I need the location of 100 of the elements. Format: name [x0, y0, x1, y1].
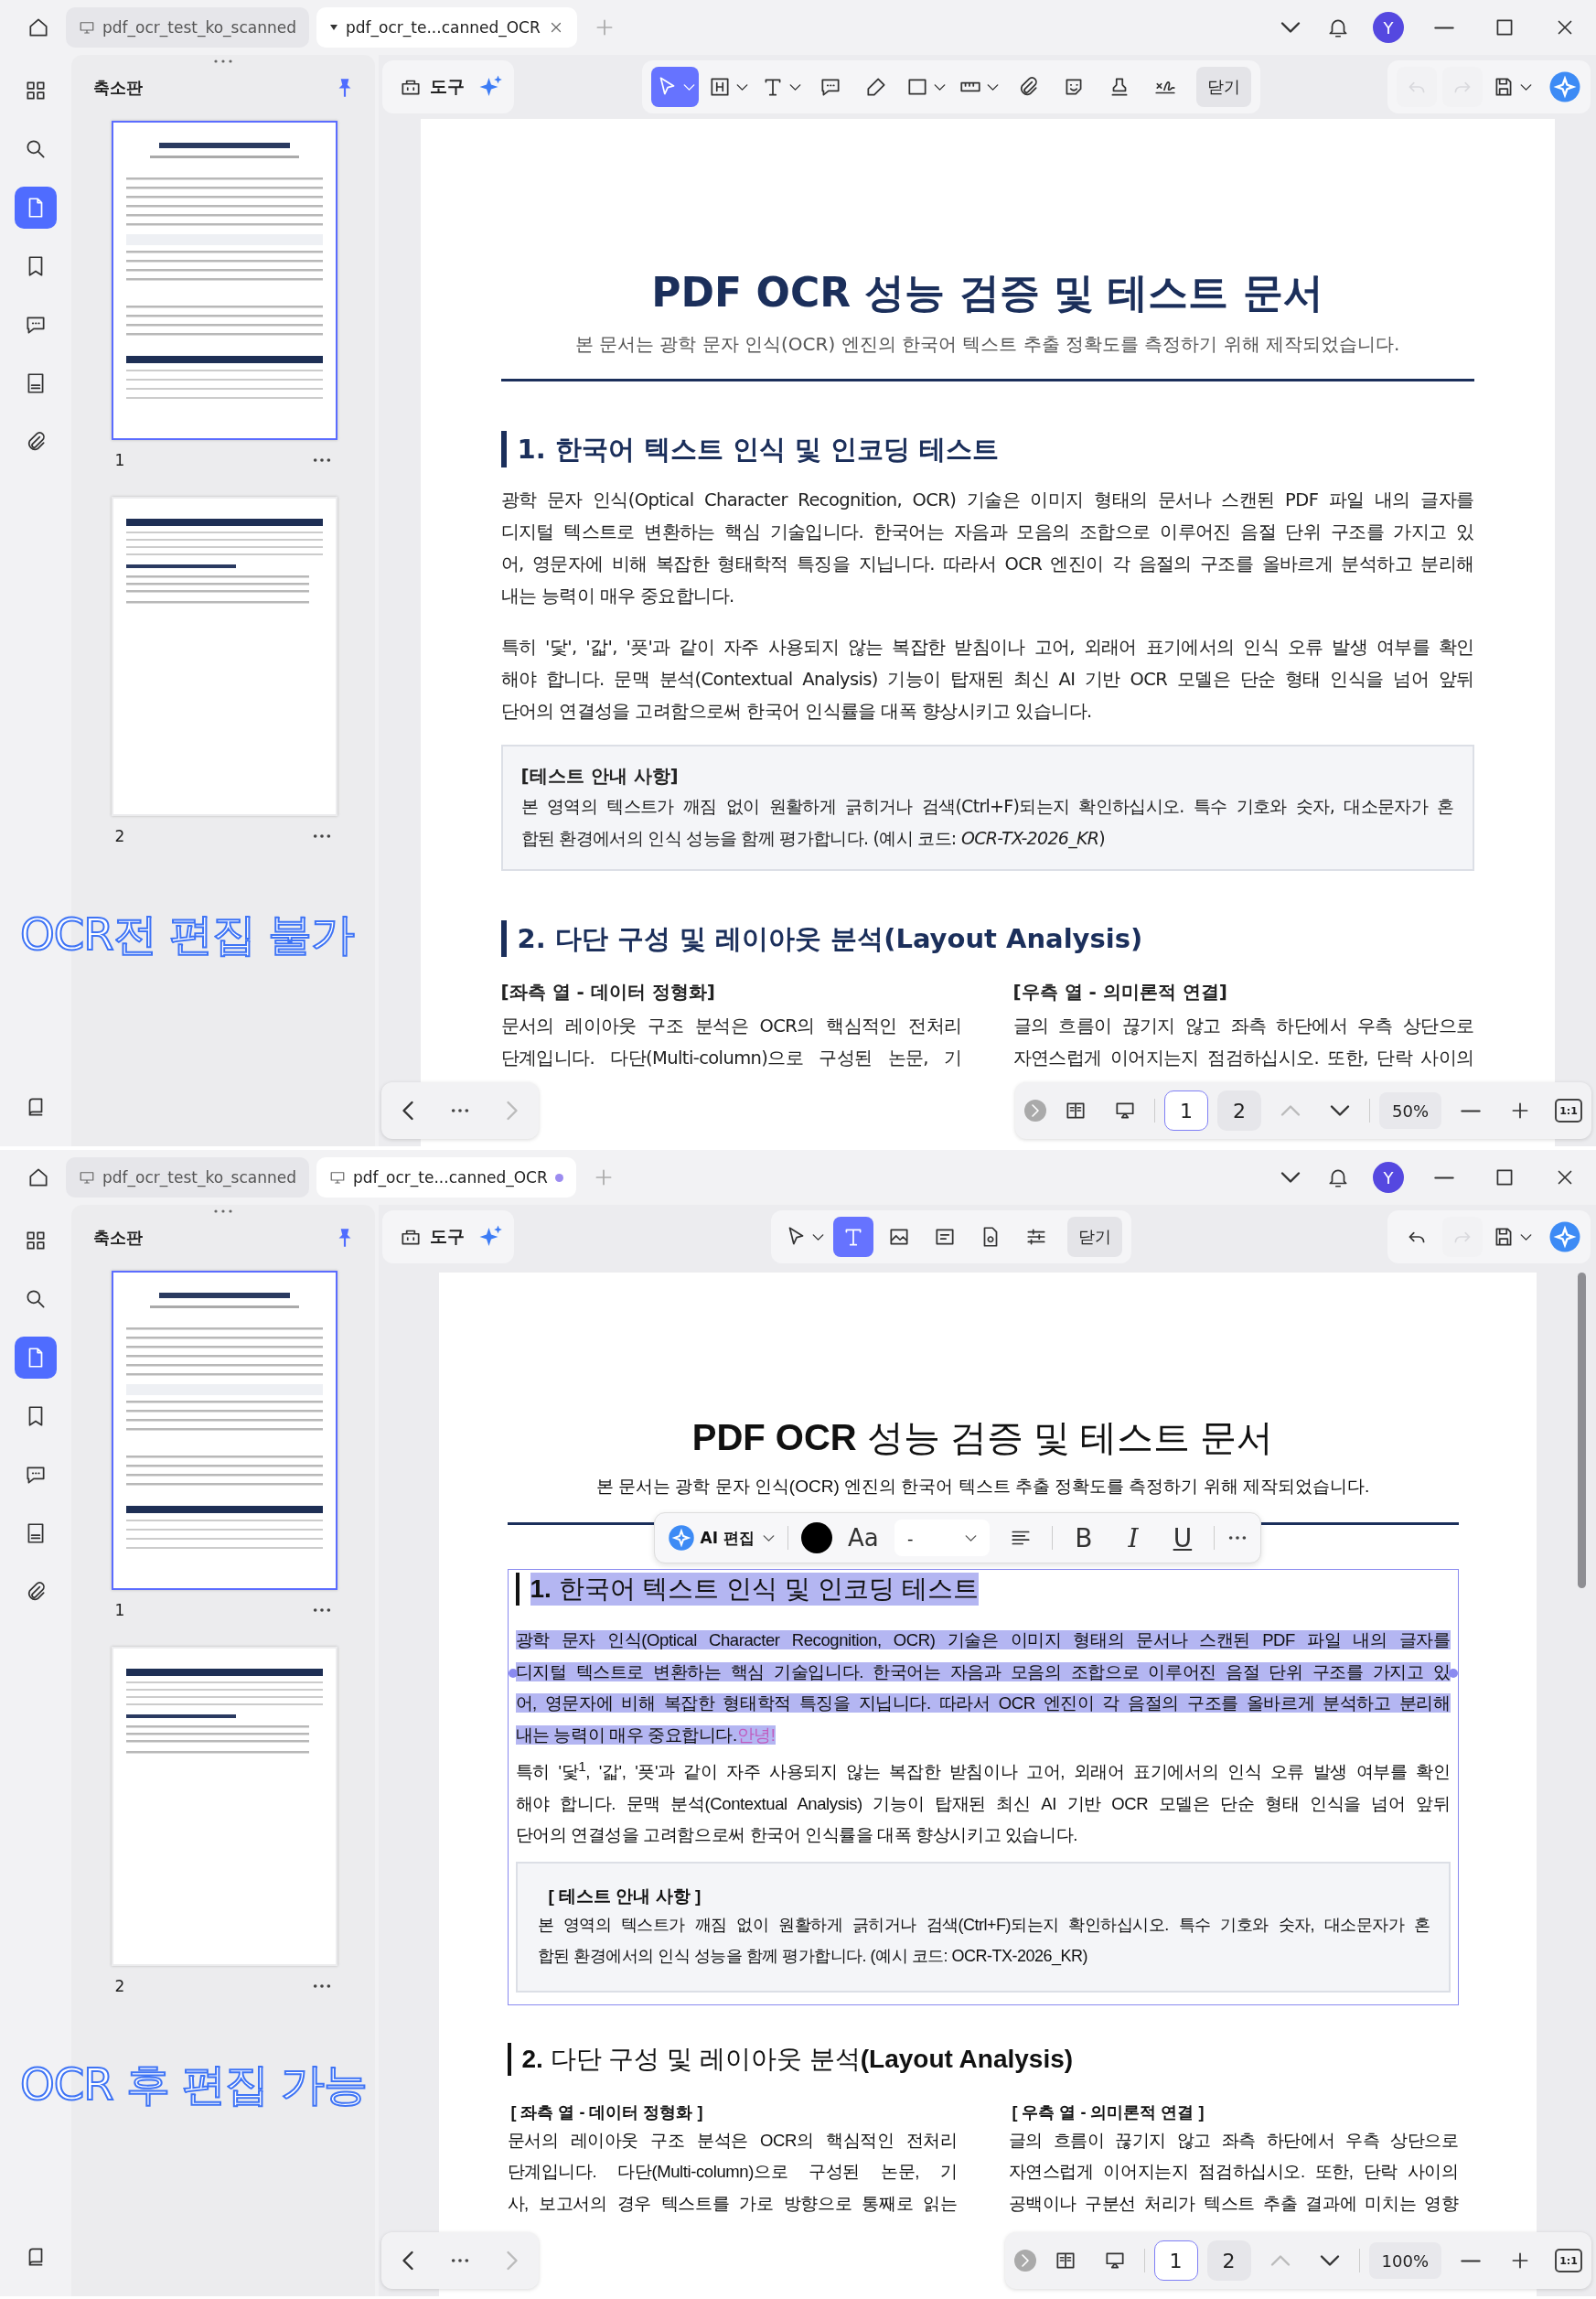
- page-button[interactable]: 1: [1164, 1090, 1208, 1131]
- note-line: 합된 환경에서의 인식 성능을 함께 평가합니다. (예시 코드: OCR-TX-2026_KR): [537, 1947, 1088, 1966]
- document-subtitle: 본 문서는 광학 문자 인식(OCR) 엔진의 한국어 텍스트 추출 정확도를 측정하기 위해 제작되었습니다.: [594, 1476, 1371, 1498]
- minus-icon: [1461, 2259, 1481, 2262]
- ai-assistant-icon[interactable]: [1548, 1220, 1581, 1253]
- paragraph-line: 단어의 연결성을 고려함으로써 한국어 인식률을 대폭 향상시키고 있습니다.: [515, 1825, 1078, 1845]
- paragraph-line: 특히 '닻', '갋', '픗'과 같이 자주 사용되지 않는 복잡한 받침이나 고어, 외래어 표기에서의 인식 오류 발생 여부를 확인: [500, 637, 1474, 658]
- font-size-dropdown[interactable]: -: [894, 1520, 990, 1556]
- minimize-icon: [1434, 1176, 1454, 1179]
- caret-icon: [1520, 1233, 1532, 1241]
- chevron-up-icon: [1280, 1105, 1301, 1116]
- column-line: 사, 보고서의 경우 텍스트를 가로 방향으로 통째로 읽는: [507, 2193, 958, 2213]
- page-thumbnail[interactable]: [111, 1271, 337, 1590]
- drag-handle[interactable]: [212, 1209, 234, 1214]
- ai-edit-button[interactable]: AI 편집: [667, 1524, 775, 1552]
- chevron-up-icon: [1269, 2255, 1291, 2266]
- text-style-button[interactable]: I: [1114, 1520, 1151, 1556]
- document-tab[interactable]: pdf_ocr_test_ko_scanned: [66, 1157, 309, 1198]
- scrollbar[interactable]: [1578, 1273, 1586, 1588]
- page-number: 1: [114, 451, 125, 469]
- text-style-button[interactable]: U: [1163, 1520, 1201, 1556]
- user-avatar[interactable]: Y: [1373, 12, 1404, 43]
- actual-size-button[interactable]: 1:1: [1555, 2249, 1582, 2272]
- annotation-label: OCR 후 편집 가능: [20, 2057, 368, 2111]
- page-button[interactable]: 2: [1206, 2240, 1251, 2281]
- caret-icon: [1520, 83, 1532, 91]
- chevron-right-icon: [507, 1101, 519, 1121]
- caret-icon: [986, 83, 999, 91]
- section-heading: 1. 한국어 텍스트 인식 및 인코딩 테스트: [517, 433, 1000, 467]
- column-heading: [ 우측 열 - 의미론적 연결 ]: [1011, 2101, 1205, 2123]
- more-icon[interactable]: [311, 1982, 332, 1990]
- more-icon[interactable]: [311, 833, 332, 840]
- caret-icon: [788, 83, 801, 91]
- column-line: 단계입니다. 다단(Multi-column)으로 구성된 논문, 기: [507, 2162, 958, 2182]
- zoom-field[interactable]: 100%: [1368, 2242, 1441, 2279]
- drag-handle[interactable]: [212, 59, 234, 64]
- minimize-icon: [1434, 26, 1454, 29]
- more-icon[interactable]: [311, 457, 332, 464]
- document-tab[interactable]: pdf_ocr_test_ko_scanned: [66, 7, 309, 48]
- page-thumbnail[interactable]: [111, 1647, 337, 1966]
- inserted-text: 안녕!: [736, 1724, 776, 1745]
- column-line: 문서의 레이아웃 구조 분석은 OCR의 핵심적인 전처리: [507, 2130, 958, 2150]
- caret-icon: [933, 83, 946, 91]
- zoom-field[interactable]: 50%: [1379, 1092, 1441, 1129]
- note-heading: [테스트 안내 사항]: [520, 764, 680, 789]
- ai-assistant-icon[interactable]: [667, 1524, 695, 1552]
- column-line: 자연스럽게 이어지는지 점검하십시오. 또한, 단락 사이의: [1012, 1047, 1474, 1069]
- document-tab[interactable]: pdf_ocr_te...canned_OCR: [316, 1157, 576, 1198]
- more-icon[interactable]: [450, 1107, 470, 1114]
- color-swatch[interactable]: [800, 1522, 832, 1553]
- monitor-icon: [79, 1169, 95, 1186]
- font-button[interactable]: Aa: [844, 1520, 882, 1556]
- page-button[interactable]: 1: [1153, 2240, 1198, 2281]
- tab-title: pdf_ocr_test_ko_scanned: [102, 18, 296, 37]
- section-heading: 2. 다단 구성 및 레이아웃 분석(Layout Analysis): [517, 922, 1143, 956]
- caret-icon: [735, 83, 748, 91]
- chevron-down-icon: [1319, 2255, 1340, 2266]
- document-tab[interactable]: pdf_ocr_te...canned_OCR: [316, 7, 577, 48]
- unsaved-dot: [554, 1173, 563, 1182]
- column-line: 단계입니다. 다단(Multi-column)으로 구성된 논문, 기: [500, 1047, 962, 1069]
- column-line: 글의 흐름이 끊기지 않고 좌측 하단에서 우측 상단으로: [1008, 2130, 1459, 2150]
- grid-icon: [24, 79, 48, 102]
- chevron-down-icon: [1280, 1172, 1301, 1183]
- chevron-right-icon: [507, 2251, 519, 2271]
- page-button[interactable]: 2: [1217, 1090, 1261, 1131]
- caret-icon: [964, 1534, 977, 1542]
- more-icon[interactable]: [1226, 1534, 1248, 1542]
- column-heading: [ 좌측 열 - 데이터 정형화 ]: [509, 2101, 704, 2123]
- ai-assistant-icon[interactable]: [1548, 70, 1581, 103]
- chevron-right-icon: [1032, 1104, 1039, 1117]
- actual-size-button[interactable]: 1:1: [1555, 1099, 1582, 1123]
- document-title: PDF OCR 성능 검증 및 테스트 문서: [691, 1416, 1275, 1459]
- tab-title: pdf_ocr_te...canned_OCR: [353, 1168, 548, 1187]
- resize-handle[interactable]: [508, 1669, 518, 1678]
- paragraph-line: 광학 문자 인식(Optical Character Recognition, OCR) 기술은 이미지 형태의 문서나 스캔된 PDF 파일 내의 글자를: [500, 489, 1474, 510]
- text-selection-box[interactable]: [507, 1569, 1459, 2005]
- dropdown-icon: [329, 23, 338, 32]
- paragraph-line: 해야 합니다. 문맥 분석(Contextual Analysis) 기능이 탑재된 최신 AI 기반 OCR 모델은 단순 형태 인식을 넘어 앞뒤: [500, 669, 1474, 690]
- page-thumbnail[interactable]: [111, 497, 337, 816]
- paragraph-line: 특히 '닻$^{1}$, '갋', '픗'과 같이 자주 사용되지 않는 복잡한 받침이나 고어, 외래어 표기에서의 인식 오류 발생 여부를 확인: [515, 1762, 1451, 1782]
- chevron-left-icon: [402, 1101, 413, 1121]
- monitor-icon: [329, 1169, 346, 1186]
- column-line: 자연스럽게 이어지는지 점검하십시오. 또한, 단락 사이의: [1008, 2162, 1459, 2182]
- document-subtitle: 본 문서는 광학 문자 인식(OCR) 엔진의 한국어 텍스트 추출 정확도를 측정하기 위해 제작되었습니다.: [573, 332, 1401, 357]
- page-number: 1: [114, 1601, 125, 1619]
- page-thumbnail[interactable]: [111, 121, 337, 440]
- close-tools-button[interactable]: 닫기: [1195, 67, 1251, 107]
- section-heading: 1. 한국어 텍스트 인식 및 인코딩 테스트: [530, 1573, 979, 1606]
- more-icon[interactable]: [450, 2257, 470, 2264]
- column-line: 문서의 레이아웃 구조 분석은 OCR의 핵심적인 전처리: [500, 1015, 962, 1037]
- chevron-down-icon: [1330, 1105, 1350, 1116]
- column-heading: [우측 열 - 의미론적 연결]: [1012, 980, 1228, 1004]
- monitor-icon: [79, 19, 95, 36]
- user-avatar[interactable]: Y: [1373, 1162, 1404, 1193]
- text-style-button[interactable]: B: [1065, 1520, 1102, 1556]
- note-line: 본 영역의 텍스트가 깨짐 없이 원활하게 긁히거나 검색(Ctrl+F)되는지 확인하십시오. 특수 기호와 숫자, 대소문자가 혼: [520, 796, 1454, 816]
- more-icon[interactable]: [311, 1606, 332, 1614]
- caret-icon: [762, 1534, 775, 1542]
- note-line: 합된 환경에서의 인식 성능을 함께 평가합니다. (예시 코드: OCR-TX-2026_KR): [520, 828, 1105, 848]
- close-tools-button[interactable]: 닫기: [1066, 1217, 1122, 1257]
